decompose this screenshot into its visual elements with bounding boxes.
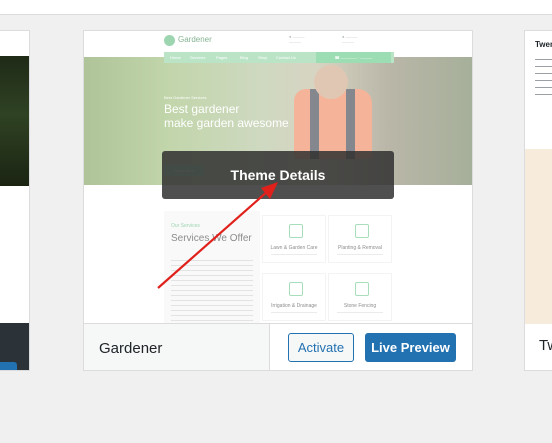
right-card-text-lines: [535, 53, 552, 133]
activate-button[interactable]: Activate: [288, 333, 354, 362]
right-card-screenshot-image: [525, 149, 552, 324]
right-card-screenshot-title: Twen: [535, 40, 552, 49]
theme-card-right-partial[interactable]: Twen Tw: [524, 30, 552, 371]
live-preview-button[interactable]: Live Preview: [365, 333, 456, 362]
theme-screenshot[interactable]: Best Gardener Services Best gardener mak…: [84, 31, 472, 323]
left-card-button[interactable]: e: [0, 362, 17, 370]
theme-actions: Activate Live Preview: [269, 324, 472, 370]
theme-card-gardener[interactable]: Best Gardener Services Best gardener mak…: [83, 30, 473, 371]
theme-screenshot-left: [0, 56, 29, 186]
top-bar: [0, 0, 552, 15]
theme-details-label[interactable]: Theme Details: [162, 151, 394, 199]
theme-details-overlay[interactable]: Theme Details: [162, 151, 394, 199]
theme-card-footer: Gardener Activate Live Preview: [84, 323, 472, 370]
theme-card-left-partial[interactable]: e: [0, 30, 30, 371]
right-card-theme-name: Tw: [539, 337, 552, 354]
theme-name: Gardener: [99, 340, 163, 357]
